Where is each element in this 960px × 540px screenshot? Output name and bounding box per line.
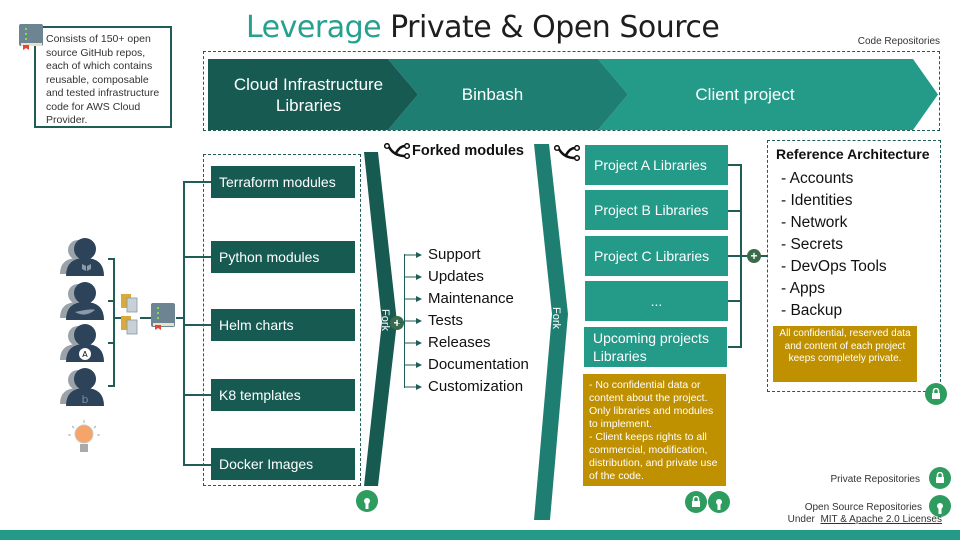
- avatar-terraform: [60, 238, 104, 276]
- open-source-icon: [937, 503, 943, 514]
- client-note: - No confidential data or content about …: [583, 374, 726, 486]
- ref-item-apps: - Apps: [781, 280, 825, 297]
- code-repositories-label: Code Repositories: [857, 36, 940, 47]
- module-k8: K8 templates: [211, 379, 355, 411]
- service-customization: Customization: [428, 378, 524, 395]
- book-icon: [18, 23, 44, 56]
- service-arrows: [404, 252, 422, 390]
- ref-item-identities: - Identities: [781, 192, 853, 209]
- project-upcoming-libraries: Upcoming projects Libraries: [584, 327, 727, 367]
- project-more: ...: [585, 281, 728, 321]
- footer-bar: [0, 530, 960, 540]
- reference-architecture-title: Reference Architecture: [776, 146, 930, 162]
- client-note-text: - No confidential data or content about …: [589, 379, 718, 482]
- description-box: Consists of 150+ open source GitHub repo…: [34, 26, 172, 128]
- ref-item-network: - Network: [781, 214, 848, 231]
- open-source-icon: [716, 499, 722, 510]
- description-text: Consists of 150+ open source GitHub repo…: [46, 33, 160, 126]
- ref-item-backup: - Backup: [781, 302, 843, 319]
- service-updates: Updates: [428, 268, 484, 285]
- avatar-binbash: b: [60, 368, 104, 406]
- module-docker: Docker Images: [211, 448, 355, 480]
- plus-icon: +: [390, 316, 404, 330]
- legend-open-source-label: Open Source Repositories: [804, 502, 922, 513]
- service-maintenance: Maintenance: [428, 290, 514, 307]
- fork-icon: [554, 145, 580, 161]
- service-tests: Tests: [428, 312, 464, 329]
- legend-private-badge: [929, 467, 951, 489]
- lock-icon: [692, 496, 700, 507]
- lightbulb-brain-icon: [68, 420, 100, 452]
- library-book-icon: [151, 303, 175, 330]
- project-c-libraries: Project C Libraries: [585, 236, 728, 276]
- module-terraform: Terraform modules: [211, 166, 355, 198]
- plus-icon: +: [747, 249, 761, 263]
- ref-item-devops-tools: - DevOps Tools: [781, 258, 887, 275]
- open-source-icon: [364, 498, 370, 509]
- legend-under: Under: [787, 514, 815, 525]
- fork-icon: [384, 143, 410, 159]
- svg-text:A: A: [82, 350, 88, 359]
- service-releases: Releases: [428, 334, 491, 351]
- legend-private-label: Private Repositories: [830, 474, 920, 485]
- license-link[interactable]: MIT & Apache 2.0 Licenses: [820, 514, 942, 525]
- svg-text:b: b: [82, 393, 89, 406]
- avatar-docker: [60, 282, 104, 320]
- page-title: Leverage Private & Open Source: [246, 10, 720, 45]
- open-source-badge: [708, 491, 730, 513]
- forked-modules-label: Forked modules: [412, 143, 524, 159]
- project-a-libraries: Project A Libraries: [585, 145, 728, 185]
- lock-icon: [936, 472, 944, 483]
- ref-item-secrets: - Secrets: [781, 236, 844, 253]
- service-documentation: Documentation: [428, 356, 529, 373]
- private-lock-badge: [685, 491, 707, 513]
- ref-item-accounts: - Accounts: [781, 170, 854, 187]
- module-helm: Helm charts: [211, 309, 355, 341]
- documents-icon: [121, 294, 138, 335]
- service-support: Support: [428, 246, 481, 263]
- private-lock-badge: [925, 383, 947, 405]
- avatar-ansible: A: [60, 324, 104, 362]
- fork-bracket-2: [534, 144, 568, 520]
- reference-note: All confidential, reserved data and cont…: [773, 326, 917, 382]
- stage-binbash: Binbash: [461, 85, 524, 104]
- module-python: Python modules: [211, 241, 355, 273]
- title-accent: Leverage: [246, 10, 382, 45]
- fork-label-1: Fork: [379, 309, 391, 331]
- project-b-libraries: Project B Libraries: [585, 190, 728, 230]
- open-source-badge: [356, 490, 378, 512]
- connector: [113, 258, 115, 387]
- legend-license: Under MIT & Apache 2.0 Licenses: [788, 514, 942, 525]
- lock-icon: [932, 388, 940, 399]
- title-rest: Private & Open Source: [381, 10, 720, 45]
- stage-client-project: Client project: [695, 85, 795, 104]
- stage-cloud-infrastructure-libraries: Cloud Infrastructure Libraries: [233, 74, 384, 115]
- fork-label-2: Fork: [550, 307, 562, 329]
- forked-modules-title: Forked modules: [384, 143, 524, 159]
